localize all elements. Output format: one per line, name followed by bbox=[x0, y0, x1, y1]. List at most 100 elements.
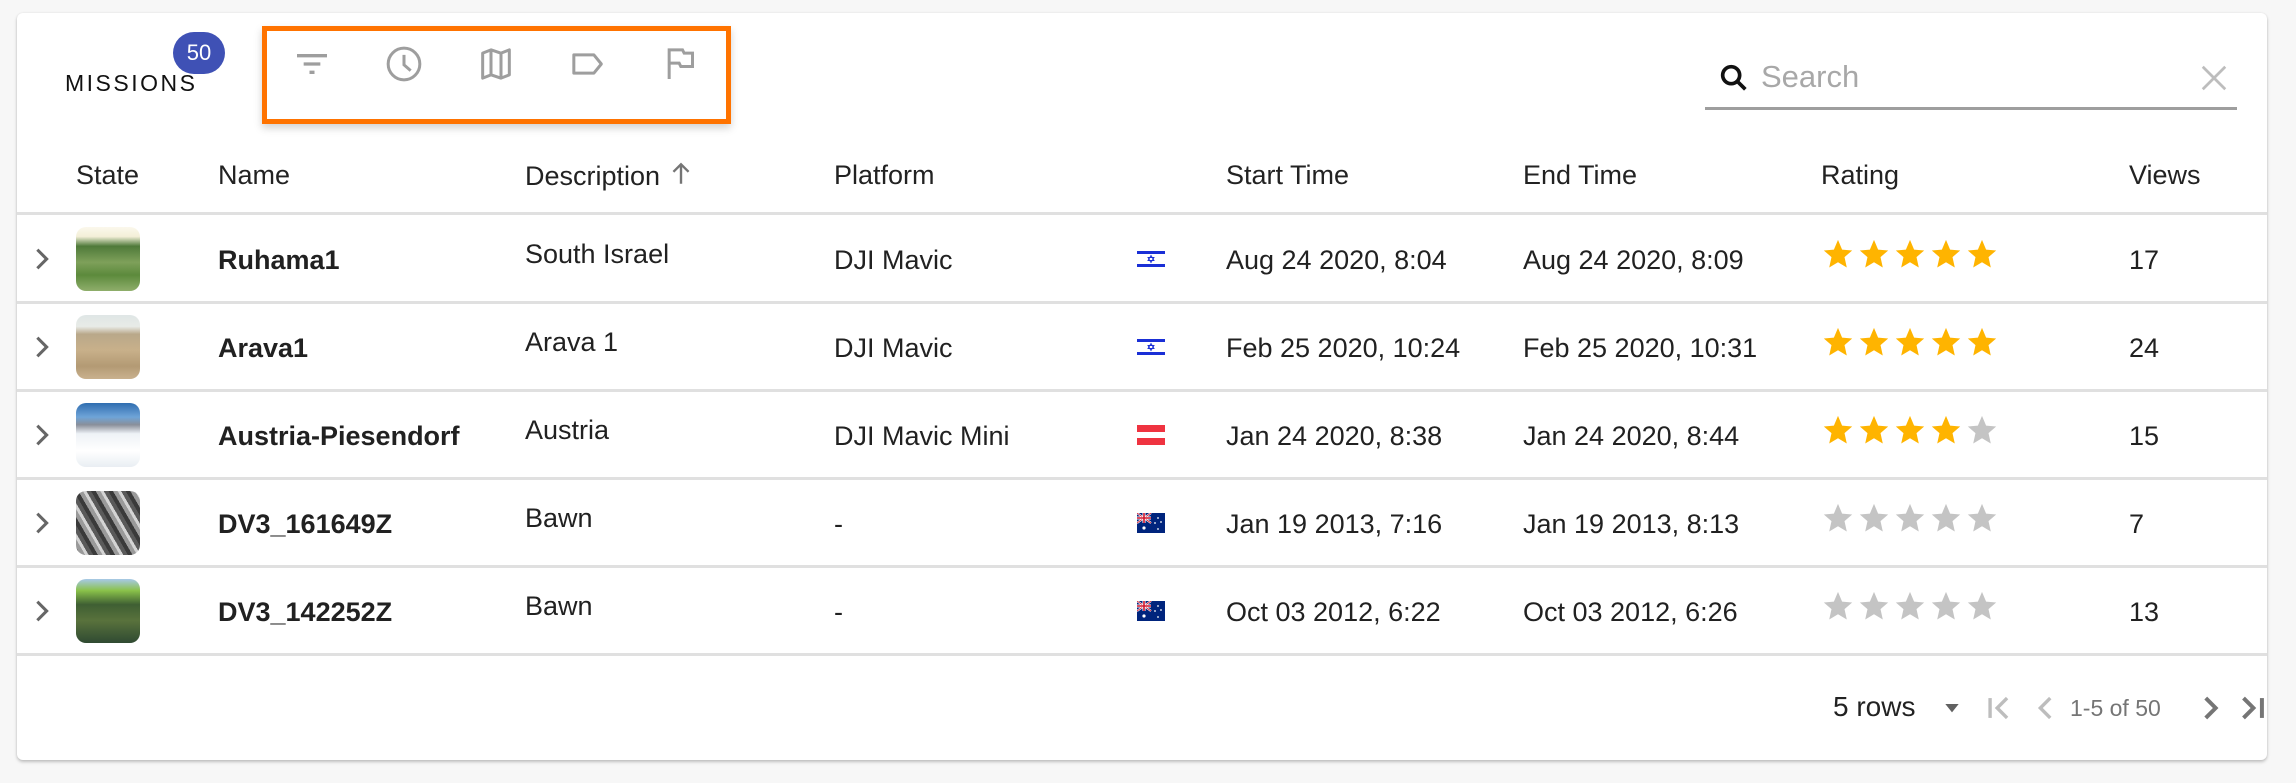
search-input[interactable] bbox=[1761, 55, 2161, 99]
star-filled-icon[interactable] bbox=[1929, 237, 1963, 271]
expand-row-icon[interactable] bbox=[31, 333, 53, 361]
rating-stars[interactable] bbox=[1821, 501, 1999, 535]
star-filled-icon[interactable] bbox=[1965, 325, 1999, 359]
expand-row-icon[interactable] bbox=[31, 509, 53, 537]
star-filled-icon[interactable] bbox=[1929, 413, 1963, 447]
sort-ascending-icon[interactable] bbox=[668, 160, 694, 188]
mission-name[interactable]: Arava1 bbox=[218, 333, 308, 364]
star-filled-icon[interactable] bbox=[1821, 325, 1855, 359]
next-page-icon[interactable] bbox=[2193, 691, 2227, 725]
country-flag-icon bbox=[1136, 512, 1165, 533]
start-time: Feb 25 2020, 10:24 bbox=[1226, 333, 1461, 363]
star-empty-icon[interactable] bbox=[1965, 413, 1999, 447]
clock-icon[interactable] bbox=[384, 44, 424, 84]
star-empty-icon[interactable] bbox=[1821, 501, 1855, 535]
first-page-icon[interactable] bbox=[1983, 691, 2017, 725]
start-time: Jan 19 2013, 7:16 bbox=[1226, 509, 1443, 539]
column-header-name[interactable]: Name bbox=[218, 160, 290, 191]
map-icon[interactable] bbox=[476, 44, 516, 84]
mission-thumbnail[interactable] bbox=[76, 491, 140, 555]
table-row[interactable]: Arava1 Arava 1 DJI Mavic Feb 25 2020, 10:24… bbox=[17, 303, 2267, 391]
filter-icon[interactable] bbox=[292, 44, 332, 84]
column-header-description[interactable]: Description bbox=[525, 160, 694, 192]
star-filled-icon[interactable] bbox=[1857, 325, 1891, 359]
rating-stars[interactable] bbox=[1821, 237, 1999, 271]
flag-icon[interactable] bbox=[660, 44, 700, 84]
star-empty-icon[interactable] bbox=[1857, 589, 1891, 623]
star-filled-icon[interactable] bbox=[1893, 325, 1927, 359]
expand-row-icon[interactable] bbox=[31, 245, 53, 273]
mission-name[interactable]: DV3_142252Z bbox=[218, 597, 392, 628]
rating-stars[interactable] bbox=[1821, 413, 1999, 447]
mission-platform: - bbox=[834, 509, 843, 539]
star-filled-icon[interactable] bbox=[1821, 413, 1855, 447]
row-divider bbox=[17, 653, 2267, 656]
mission-thumbnail[interactable] bbox=[76, 579, 140, 643]
star-empty-icon[interactable] bbox=[1893, 501, 1927, 535]
column-header-views[interactable]: Views bbox=[2129, 160, 2201, 191]
mission-description: Bawn bbox=[525, 503, 593, 533]
star-filled-icon[interactable] bbox=[1929, 325, 1963, 359]
star-empty-icon[interactable] bbox=[1929, 501, 1963, 535]
rating-stars[interactable] bbox=[1821, 325, 1999, 359]
start-time: Oct 03 2012, 6:22 bbox=[1226, 597, 1441, 627]
views-count: 24 bbox=[2129, 333, 2160, 363]
mission-name[interactable]: Austria-Piesendorf bbox=[218, 421, 460, 452]
expand-row-icon[interactable] bbox=[31, 421, 53, 449]
expand-row-icon[interactable] bbox=[31, 597, 53, 625]
end-time: Jan 19 2013, 8:13 bbox=[1523, 509, 1740, 539]
start-time: Jan 24 2020, 8:38 bbox=[1226, 421, 1443, 451]
mission-thumbnail[interactable] bbox=[76, 403, 140, 467]
star-empty-icon[interactable] bbox=[1821, 589, 1855, 623]
end-time: Aug 24 2020, 8:09 bbox=[1523, 245, 1744, 275]
mission-name[interactable]: DV3_161649Z bbox=[218, 509, 392, 540]
star-filled-icon[interactable] bbox=[1965, 237, 1999, 271]
star-filled-icon[interactable] bbox=[1893, 237, 1927, 271]
mission-description: Arava 1 bbox=[525, 327, 619, 357]
star-filled-icon[interactable] bbox=[1857, 237, 1891, 271]
mission-description: South Israel bbox=[525, 239, 670, 269]
search-field bbox=[1705, 53, 2237, 110]
country-flag-icon bbox=[1137, 337, 1165, 357]
table-row[interactable]: Austria-Piesendorf Austria DJI Mavic Mini J… bbox=[17, 391, 2267, 479]
mission-description: Austria bbox=[525, 415, 610, 445]
views-count: 7 bbox=[2129, 509, 2145, 539]
mission-thumbnail[interactable] bbox=[76, 227, 140, 291]
star-empty-icon[interactable] bbox=[1857, 501, 1891, 535]
column-header-end-time[interactable]: End Time bbox=[1523, 160, 1637, 191]
end-time: Feb 25 2020, 10:31 bbox=[1523, 333, 1758, 363]
previous-page-icon[interactable] bbox=[2029, 691, 2063, 725]
star-empty-icon[interactable] bbox=[1965, 589, 1999, 623]
table-row[interactable]: DV3_161649Z Bawn - Jan 19 2013, 7:16 Jan 19 … bbox=[17, 479, 2267, 567]
column-header-state[interactable]: State bbox=[76, 160, 139, 191]
label-icon[interactable] bbox=[568, 44, 608, 84]
mission-thumbnail[interactable] bbox=[76, 315, 140, 379]
star-filled-icon[interactable] bbox=[1821, 237, 1855, 271]
column-header-description-label: Description bbox=[525, 161, 661, 191]
column-header-rating[interactable]: Rating bbox=[1821, 160, 1899, 191]
dropdown-arrow-icon[interactable] bbox=[1939, 699, 1965, 719]
rows-per-page-select[interactable]: 5 rows bbox=[1833, 691, 1915, 723]
count-badge: 50 bbox=[173, 32, 225, 74]
star-empty-icon[interactable] bbox=[1965, 501, 1999, 535]
column-header-platform[interactable]: Platform bbox=[834, 160, 935, 191]
end-time: Oct 03 2012, 6:26 bbox=[1523, 597, 1738, 627]
views-count: 13 bbox=[2129, 597, 2160, 627]
table-row[interactable]: DV3_142252Z Bawn - Oct 03 2012, 6:22 Oct 03 … bbox=[17, 567, 2267, 655]
column-header-start-time[interactable]: Start Time bbox=[1226, 160, 1349, 191]
page-title: MISSIONS bbox=[65, 70, 198, 96]
clear-search-icon[interactable] bbox=[2199, 63, 2229, 93]
mission-platform: DJI Mavic Mini bbox=[834, 421, 1010, 451]
last-page-icon[interactable] bbox=[2235, 691, 2269, 725]
star-empty-icon[interactable] bbox=[1929, 589, 1963, 623]
mission-name[interactable]: Ruhama1 bbox=[218, 245, 340, 276]
views-count: 17 bbox=[2129, 245, 2160, 275]
star-empty-icon[interactable] bbox=[1893, 589, 1927, 623]
mission-platform: DJI Mavic bbox=[834, 245, 953, 275]
end-time: Jan 24 2020, 8:44 bbox=[1523, 421, 1740, 451]
views-count: 15 bbox=[2129, 421, 2160, 451]
rating-stars[interactable] bbox=[1821, 589, 1999, 623]
star-filled-icon[interactable] bbox=[1857, 413, 1891, 447]
table-row[interactable]: Ruhama1 South Israel DJI Mavic Aug 24 2020,… bbox=[17, 215, 2267, 303]
star-filled-icon[interactable] bbox=[1893, 413, 1927, 447]
